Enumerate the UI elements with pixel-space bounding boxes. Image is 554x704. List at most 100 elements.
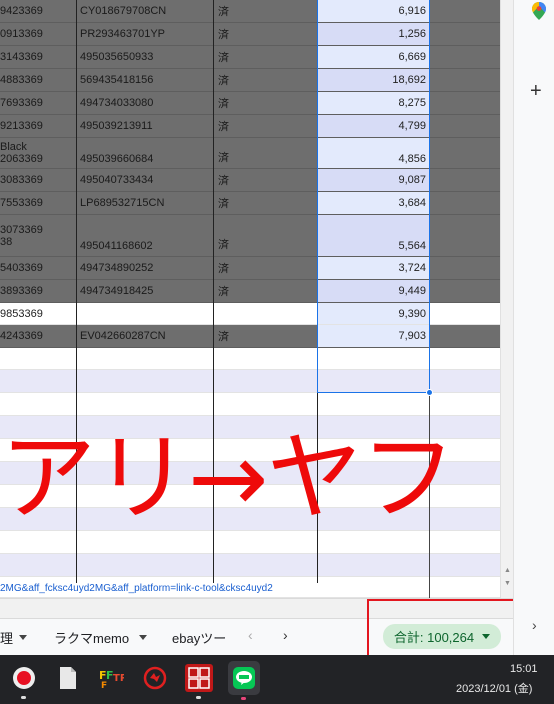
table-row[interactable]: 4883369 569435418156 済 18,692: [0, 69, 500, 92]
screen-recorder-icon[interactable]: [10, 664, 38, 699]
cell-status[interactable]: 済: [214, 92, 317, 114]
tab-sheet-1[interactable]: 理: [0, 628, 28, 647]
cell-tracking[interactable]: 494734033080: [77, 92, 213, 114]
cell-amount[interactable]: 1,256: [318, 23, 429, 45]
cell-status[interactable]: 済: [214, 257, 317, 279]
cell-status[interactable]: 済: [214, 280, 317, 302]
cell-status[interactable]: 済: [214, 215, 317, 256]
cell-amount[interactable]: 5,564: [318, 215, 429, 256]
chevron-right-icon[interactable]: ›: [532, 617, 537, 633]
scroll-up-icon[interactable]: ▲: [504, 567, 511, 574]
tab-rakuma-memo[interactable]: ラクマmemo: [54, 628, 148, 647]
table-row[interactable]: 3143369 495035650933 済 6,669: [0, 46, 500, 69]
ffftp-icon[interactable]: F F TP F: [97, 664, 125, 692]
table-row[interactable]: 3893369 494734918425 済 9,449: [0, 280, 500, 303]
cell-tracking[interactable]: 495039213911: [77, 115, 213, 137]
table-row[interactable]: 3073369 38 495041168602 済 5,564: [0, 215, 500, 257]
cell-amount[interactable]: 9,390: [318, 303, 429, 324]
cell-name[interactable]: 7553369: [0, 192, 76, 214]
table-row[interactable]: 4243369 EV042660287CN 済 7,903: [0, 325, 500, 348]
shukusho-kakumei-icon[interactable]: [185, 664, 213, 699]
app-4-icon[interactable]: [141, 664, 169, 692]
vertical-scrollbar[interactable]: ▲ ▼: [500, 0, 513, 598]
table-row[interactable]: 3083369 495040733434 済 9,087: [0, 169, 500, 192]
table-row[interactable]: 7693369 494734033080 済 8,275: [0, 92, 500, 115]
empty-row[interactable]: [0, 348, 500, 370]
cell-name[interactable]: 4883369: [0, 69, 76, 91]
cell-status[interactable]: 済: [214, 325, 317, 347]
cell-name[interactable]: 4243369: [0, 325, 76, 347]
cell-tracking[interactable]: 494734918425: [77, 280, 213, 302]
tab-scroll-next-icon[interactable]: ›: [283, 627, 288, 643]
scroll-down-icon[interactable]: ▼: [504, 580, 511, 587]
cell-tracking[interactable]: 494734890252: [77, 257, 213, 279]
cell-status[interactable]: 済: [214, 0, 317, 22]
files-icon[interactable]: [54, 664, 82, 692]
table-row[interactable]: 0913369 PR293463701YP 済 1,256: [0, 23, 500, 46]
cell-name[interactable]: 9853369: [0, 303, 76, 324]
line-app-icon[interactable]: [228, 661, 260, 700]
link-url-fragment[interactable]: 2MG&aff_fcksc4uyd2MG&aff_platform=link-c…: [0, 583, 320, 596]
empty-row[interactable]: [0, 439, 500, 462]
cell-tracking[interactable]: 495035650933: [77, 46, 213, 68]
cell-status[interactable]: 済: [214, 69, 317, 91]
tab-ebay-tool[interactable]: ebayツー: [172, 628, 232, 647]
empty-row[interactable]: [0, 416, 500, 439]
cell-status[interactable]: 済: [214, 138, 317, 168]
cell-name[interactable]: 5403369: [0, 257, 76, 279]
cell-amount[interactable]: 3,724: [318, 257, 429, 279]
table-row[interactable]: 5403369 494734890252 済 3,724: [0, 257, 500, 280]
clock-time[interactable]: 15:01: [510, 663, 538, 675]
cell-amount[interactable]: 6,916: [318, 0, 429, 22]
add-icon[interactable]: +: [530, 80, 542, 103]
cell-status[interactable]: 済: [214, 115, 317, 137]
maps-icon[interactable]: [532, 2, 546, 20]
cell-tracking[interactable]: 495039660684: [77, 138, 213, 168]
cell-name[interactable]: 9423369: [0, 0, 76, 22]
empty-row[interactable]: [0, 393, 500, 416]
cell-tracking[interactable]: EV042660287CN: [77, 325, 213, 347]
cell-name[interactable]: 3893369: [0, 280, 76, 302]
empty-row[interactable]: [0, 531, 500, 554]
cell-amount[interactable]: 9,449: [318, 280, 429, 302]
selection-fill-handle[interactable]: [426, 389, 433, 396]
cell-amount[interactable]: 3,684: [318, 192, 429, 214]
cell-status[interactable]: [214, 303, 317, 324]
table-row[interactable]: 7553369 LP689532715CN 済 3,684: [0, 192, 500, 215]
empty-row[interactable]: [0, 462, 500, 485]
clock-date[interactable]: 2023/12/01 (金): [456, 680, 532, 696]
cell-status[interactable]: 済: [214, 192, 317, 214]
cell-name[interactable]: Black 2063369: [0, 138, 76, 168]
cell-amount[interactable]: 18,692: [318, 69, 429, 91]
cell-tracking[interactable]: 495041168602: [77, 215, 213, 256]
table-row[interactable]: 9853369 9,390: [0, 303, 500, 325]
cell-tracking[interactable]: 495040733434: [77, 169, 213, 191]
empty-row[interactable]: [0, 508, 500, 531]
cell-status[interactable]: 済: [214, 169, 317, 191]
chevron-down-icon[interactable]: [19, 635, 28, 640]
table-row[interactable]: 9213369 495039213911 済 4,799: [0, 115, 500, 138]
cell-amount[interactable]: 8,275: [318, 92, 429, 114]
cell-tracking[interactable]: PR293463701YP: [77, 23, 213, 45]
table-row[interactable]: Black 2063369 495039660684 済 4,856: [0, 138, 500, 169]
cell-name[interactable]: 7693369: [0, 92, 76, 114]
cell-tracking[interactable]: LP689532715CN: [77, 192, 213, 214]
cell-tracking[interactable]: [77, 303, 213, 324]
cell-amount[interactable]: 9,087: [318, 169, 429, 191]
cell-tracking[interactable]: CY018679708CN: [77, 0, 213, 22]
table-row[interactable]: 9423369 CY018679708CN 済 6,916: [0, 0, 500, 23]
cell-amount[interactable]: 4,856: [318, 138, 429, 168]
spreadsheet-grid[interactable]: 9423369 CY018679708CN 済 6,916 0913369 PR…: [0, 0, 500, 598]
empty-row[interactable]: [0, 485, 500, 508]
empty-row[interactable]: [0, 554, 500, 577]
chevron-down-icon[interactable]: [139, 635, 148, 640]
cell-name[interactable]: 3143369: [0, 46, 76, 68]
cell-amount[interactable]: 7,903: [318, 325, 429, 347]
cell-name[interactable]: 9213369: [0, 115, 76, 137]
cell-name[interactable]: 0913369: [0, 23, 76, 45]
cell-status[interactable]: 済: [214, 46, 317, 68]
cell-tracking[interactable]: 569435418156: [77, 69, 213, 91]
cell-status[interactable]: 済: [214, 23, 317, 45]
tab-scroll-prev-icon[interactable]: ‹: [248, 627, 253, 643]
empty-row[interactable]: [0, 370, 500, 393]
